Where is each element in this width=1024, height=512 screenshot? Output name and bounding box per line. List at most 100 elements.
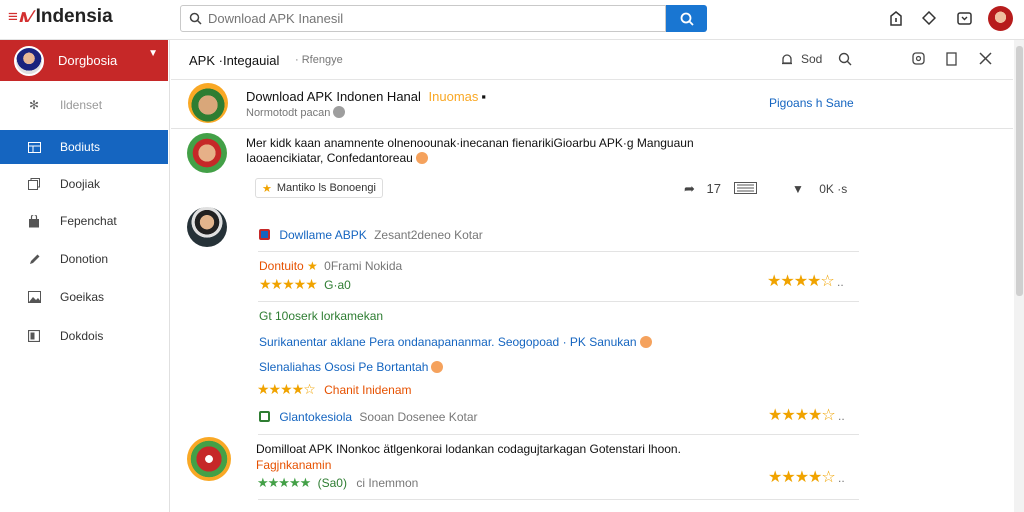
divider [258,301,859,302]
post-item-row[interactable]: Dowllame ABPK Zesant2deneo Kotar [259,228,483,242]
sidebar-item-dokdois[interactable]: Dokdois [0,319,168,353]
sidebar-item-label: Doojiak [60,177,101,191]
divider [258,499,859,500]
post-chip[interactable]: ★ Mantiko ls Bonoengi [255,178,383,198]
pen-icon [26,252,42,266]
rating-stars: ★★★★☆ [257,381,316,397]
emoji-icon [431,361,444,373]
post-item-text[interactable]: Surikanentar aklane Pera ondanapananmar.… [259,335,652,349]
search-icon [189,12,202,25]
media-icon[interactable] [734,182,757,197]
panel-icon[interactable] [946,52,957,66]
search-icon[interactable] [838,52,852,66]
rating-row: ★★★★☆ .. [767,273,844,290]
share-button[interactable]: ➦ 17 [684,181,721,197]
page-subtitle: · Rfengye [295,54,343,66]
rating-meta: ci Inemmon [356,476,419,490]
scrollbar-thumb[interactable] [1016,46,1023,296]
search-input[interactable] [208,11,648,26]
emoji-icon [415,152,428,164]
sidebar-account[interactable]: Dorgbosia ▼ [0,40,168,81]
search-box[interactable] [180,5,666,32]
sidebar-item-label: Dokdois [60,329,104,343]
sidebar-item-fepenchat[interactable]: Fepenchat [0,204,168,238]
post-item-text[interactable]: Slenaliahas Ososi Pe Bortantah [259,360,444,374]
rating-score: G·a0 [324,278,351,292]
rating-row: ★★★★☆ Chanit Inidenam [257,381,412,398]
rating-row: ★★★★★ G·a0 [259,276,351,293]
post-link[interactable]: Glantokesiola [279,410,352,424]
post-avatar[interactable] [187,133,227,173]
sidebar-item-label: Goeikas [60,290,105,304]
sidebar-item-label: Fepenchat [60,214,117,228]
account-avatar [14,45,44,76]
post-title[interactable]: Download APK Indonen Hanal Inuomas ▪ [246,89,486,104]
post-item-text: Gt 10oserk lorkamekan [259,309,384,323]
sort-button[interactable]: Sod [781,52,822,66]
post-item-row[interactable]: Glantokesiola Sooan Dosenee Kotar [259,410,478,424]
bookmark-icon[interactable] [955,9,973,27]
rating-stars: ★★★★☆ [767,273,835,290]
sidebar-item-donotion[interactable]: Donotion [0,242,168,276]
chevron-down-icon[interactable]: ▼ [148,48,158,59]
thumb-icon: ▼ [792,182,804,196]
emoji-icon [639,336,652,348]
grid-icon [26,140,42,154]
tag-icon[interactable] [920,9,938,27]
main-content: APK ·Integauial · Rfengye Sod Download A… [171,40,1013,512]
settings-icon[interactable] [912,52,925,65]
checkbox-icon[interactable] [259,411,270,422]
checkbox-icon[interactable] [259,229,270,240]
post-title-tag: Inuomas [428,89,479,104]
rating-meta: Chanit Inidenam [324,383,412,397]
sidebar-item-label: Donotion [60,252,109,266]
post-link[interactable]: Dowllame ABPK [279,228,366,242]
divider [171,128,1013,129]
sidebar-item-goeikas[interactable]: Goeikas [0,280,168,314]
chip-label: Mantiko ls Bonoengi [276,182,376,194]
sidebar-item-doojiak[interactable]: Doojiak [0,167,168,201]
divider [258,434,859,435]
like-button[interactable]: ▼ 0K ·s [792,182,847,196]
page-title: APK ·Integauial [189,53,280,68]
post-item-meta: 0Frami Nokida [324,259,403,273]
rating-stars: ★★★★☆ [768,407,836,424]
post-action-link[interactable]: Pigoans h Sane [769,96,854,110]
post-subtitle-text: Normotodt pacan [246,107,331,119]
app-logo[interactable]: ≡∧∕ Indensia [8,6,113,28]
sidebar-item-ildenset[interactable]: ✻ Ildenset [0,88,168,122]
post-subtitle: Normotodt pacan [246,106,346,119]
logo-mark: ≡∧∕ [8,7,33,26]
content-header: APK ·Integauial · Rfengye Sod [171,40,1013,80]
sidebar: Dorgbosia ▼ ✻ Ildenset Bodiuts Doojiak F… [0,40,170,512]
rating-row: ★★★★☆ .. [768,407,845,424]
post-text-line: Mer kidk kaan anamnente olnenoounak·inec… [246,136,694,150]
post-item-name[interactable]: Dontuito [259,259,304,273]
close-icon[interactable] [979,52,992,65]
user-avatar[interactable] [988,6,1013,31]
rating-row: ★★★★★ (Sa0) ci Inemmon [257,475,418,491]
star-icon: ★ [307,259,318,273]
sidebar-item-bodiuts[interactable]: Bodiuts [0,130,168,164]
logo-text: Indensia [35,6,113,27]
top-bar: ≡∧∕ Indensia [0,0,1024,40]
image-icon [26,290,42,304]
post-avatar[interactable] [187,207,227,247]
copy-icon [26,177,42,191]
rating-stars: ★★★★★ [257,475,311,490]
window-icon [26,329,42,343]
post-item-meta: Sooan Dosenee Kotar [359,410,478,424]
post-item-meta: Zesant2deneo Kotar [374,228,483,242]
post-item-row: Dontuito ★ 0Frami Nokida [259,259,402,273]
search-button[interactable] [666,5,707,32]
rating-stars: ★★★★☆ [768,469,836,486]
post-text-line: Iaoaencikiatar, Confedantoreau [246,151,428,165]
post-title-text: Download APK Indonen Hanal [246,89,421,104]
post-avatar[interactable] [187,437,231,481]
share-count: 17 [706,181,721,196]
rating-row: ★★★★☆ .. [768,469,845,486]
info-icon[interactable] [887,9,905,27]
bell-icon [782,53,792,64]
gear-icon: ✻ [28,98,40,112]
post-avatar[interactable] [188,83,228,123]
